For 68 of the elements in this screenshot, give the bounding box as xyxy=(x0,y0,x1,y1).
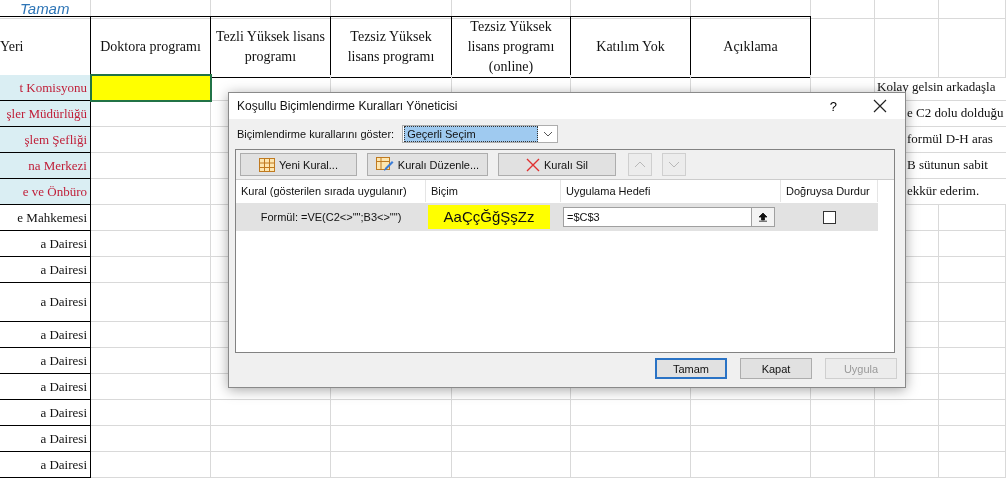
table-cell: e Mahkemesi xyxy=(0,205,91,231)
close-button[interactable]: Kapat xyxy=(740,358,812,379)
new-rule-button[interactable]: Yeni Kural... xyxy=(240,153,357,176)
active-cell[interactable] xyxy=(91,75,211,101)
table-icon xyxy=(259,157,276,172)
table-cell xyxy=(875,0,939,19)
table-cell xyxy=(939,322,1006,348)
column-header: Açıklama xyxy=(691,16,811,78)
table-cell xyxy=(811,400,875,426)
cross-icon xyxy=(526,157,540,172)
table-cell: şler Müdürlüğü xyxy=(0,101,91,127)
column-header: Doğruysa Durdur xyxy=(781,180,878,202)
format-preview: AaÇçĞğŞşZz xyxy=(428,205,550,229)
table-cell xyxy=(939,205,1006,231)
table-edit-icon xyxy=(375,156,394,173)
column-header: Katılım Yok xyxy=(571,16,691,78)
table-cell: na Merkezi xyxy=(0,153,91,179)
table-cell xyxy=(875,452,939,478)
show-rules-label: Biçimlendirme kurallarını göster: xyxy=(237,128,395,140)
column-header: Tezsiz Yüksek lisans programı (online) xyxy=(452,16,571,78)
table-cell: a Dairesi xyxy=(0,283,91,322)
table-cell xyxy=(939,452,1006,478)
sheet-title: Tamam xyxy=(19,0,70,17)
table-cell xyxy=(939,0,1006,19)
table-cell: a Dairesi xyxy=(0,400,91,426)
table-cell xyxy=(939,348,1006,374)
rule-row[interactable]: Formül: =VE(C2<>"";B3<>"") AaÇçĞğŞşZz =$C$3 xyxy=(236,203,878,231)
table-cell: a Dairesi xyxy=(0,374,91,400)
rule-formula: Formül: =VE(C2<>"";B3<>"") xyxy=(259,211,403,223)
table-cell: şlem Şefliği xyxy=(0,127,91,153)
table-cell xyxy=(811,452,875,478)
table-cell xyxy=(875,400,939,426)
column-header: Biçim xyxy=(426,180,561,202)
stop-if-true-checkbox[interactable] xyxy=(823,210,836,224)
table-cell xyxy=(939,231,1006,257)
chevron-down-icon[interactable] xyxy=(543,131,554,137)
table-cell xyxy=(939,400,1006,426)
table-cell: a Dairesi xyxy=(0,348,91,374)
table-cell: a Dairesi xyxy=(0,452,91,478)
table-cell xyxy=(939,374,1006,400)
table-cell: a Dairesi xyxy=(0,426,91,452)
table-cell xyxy=(939,16,1006,78)
table-cell: a Dairesi xyxy=(0,257,91,283)
close-icon[interactable] xyxy=(873,99,887,113)
table-cell: t Komisyonu xyxy=(0,75,91,101)
help-button[interactable]: ? xyxy=(829,98,837,114)
table-cell xyxy=(811,0,875,19)
column-header: Uygulama Hedefi xyxy=(561,180,781,202)
chevron-up-icon xyxy=(634,161,646,168)
applies-to-field[interactable]: =$C$3 xyxy=(563,207,775,227)
table-cell xyxy=(875,426,939,452)
chevron-down-icon xyxy=(668,161,680,168)
column-header: Tezsiz Yüksek lisans programı xyxy=(331,16,452,78)
ok-button[interactable]: Tamam xyxy=(655,358,727,379)
column-header: Kural (gösterilen sırada uygulanır) xyxy=(236,180,426,202)
dialog-title: Koşullu Biçimlendirme Kuralları Yöneticisi xyxy=(237,99,459,113)
table-cell xyxy=(939,426,1006,452)
edit-rule-button[interactable]: Kuralı Düzenle... xyxy=(367,153,488,176)
delete-rule-button[interactable]: Kuralı Sil xyxy=(498,153,616,176)
collapse-icon[interactable] xyxy=(751,208,774,226)
table-cell: a Dairesi xyxy=(0,322,91,348)
table-cell: e ve Önbüro xyxy=(0,179,91,205)
table-cell xyxy=(811,426,875,452)
column-header: Tezli Yüksek lisans programı xyxy=(211,16,331,78)
table-cell: a Dairesi xyxy=(0,231,91,257)
table-cell xyxy=(939,257,1006,283)
table-cell xyxy=(939,283,1006,322)
scope-dropdown[interactable]: Geçerli Seçim xyxy=(402,125,559,143)
